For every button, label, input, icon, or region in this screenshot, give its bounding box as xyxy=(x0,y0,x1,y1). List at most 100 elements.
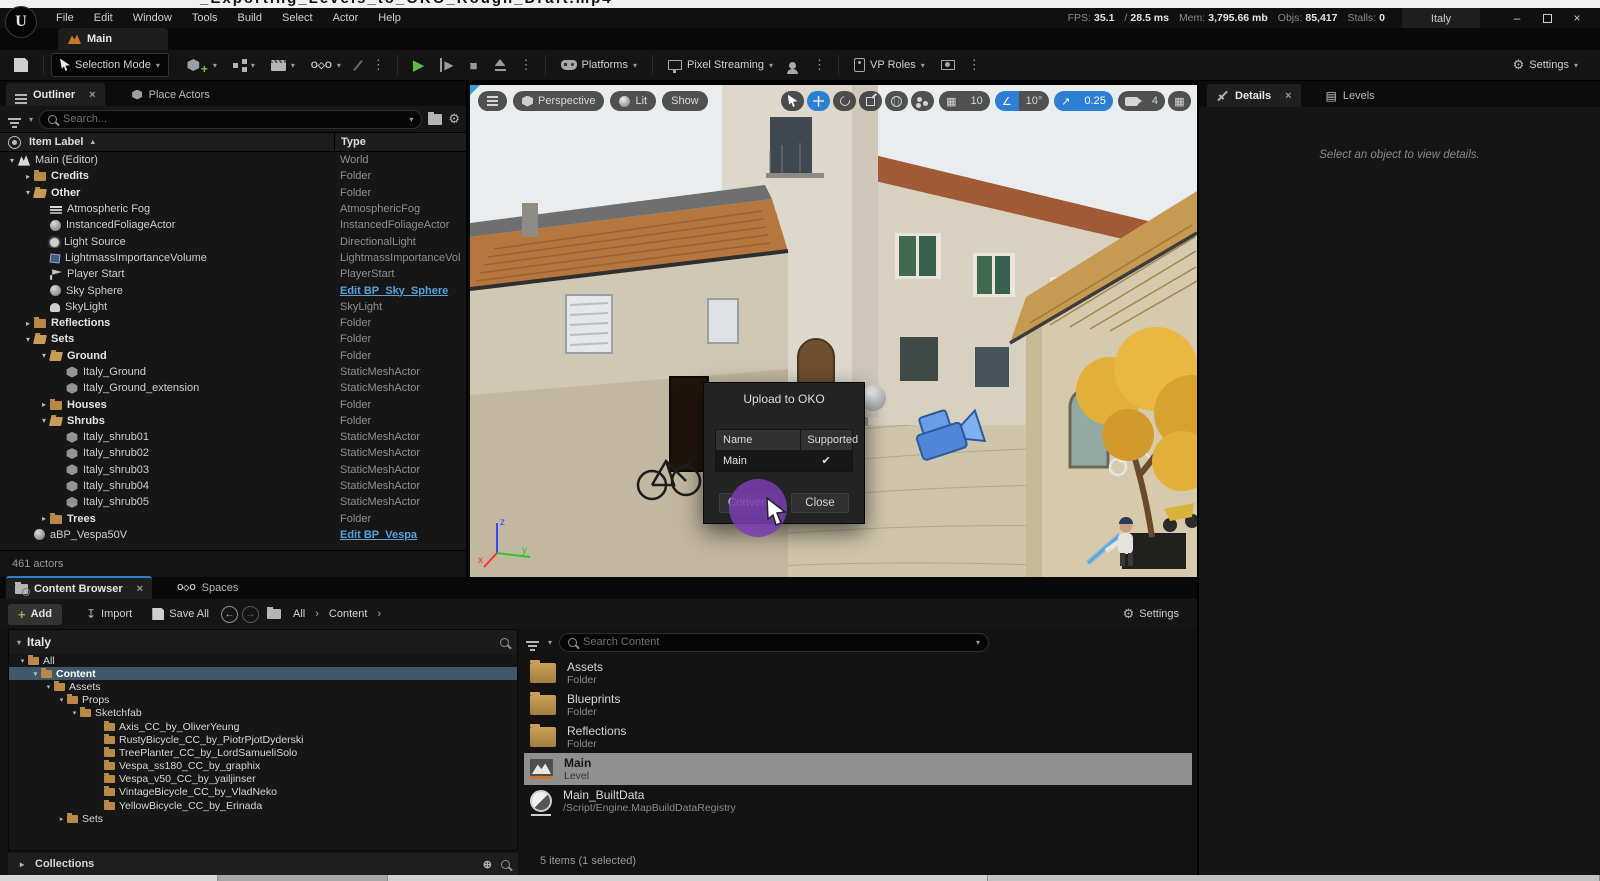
outliner-row[interactable]: Italy_shrub01 StaticMeshActor xyxy=(0,429,466,445)
expand-arrow-icon[interactable]: ▾ xyxy=(69,709,80,717)
outliner-row[interactable]: Italy_shrub03 StaticMeshActor xyxy=(0,462,466,478)
cinematics-dropdown[interactable]: ▾ xyxy=(263,53,303,77)
tab-place-actors[interactable]: Place Actors xyxy=(123,83,219,106)
expand-arrow-icon[interactable]: ▸ xyxy=(16,860,28,869)
outliner-row[interactable]: Italy_shrub04 StaticMeshActor xyxy=(0,478,466,494)
tab-content-browser[interactable]: Content Browser × xyxy=(6,576,152,599)
rotate-tool[interactable] xyxy=(833,91,856,111)
vp-roles-dropdown[interactable]: VP Roles▾ xyxy=(846,53,933,77)
blueprints-dropdown[interactable]: ▾ xyxy=(225,53,263,77)
outliner-row[interactable]: LightmassImportanceVolume LightmassImpor… xyxy=(0,250,466,266)
expand-arrow-icon[interactable]: ▸ xyxy=(56,815,67,823)
scale-snap-value[interactable]: 0.25 xyxy=(1077,91,1112,111)
breadcrumb-content[interactable]: Content xyxy=(325,608,372,620)
grid-snap-value[interactable]: 10 xyxy=(963,91,989,111)
expand-arrow-icon[interactable]: ▾ xyxy=(38,416,50,425)
play-options-menu[interactable]: ⋮ xyxy=(515,57,538,73)
asset-row[interactable]: Reflections Folder xyxy=(524,721,1192,753)
asset-row[interactable]: Blueprints Folder xyxy=(524,689,1192,721)
oko-dropdown[interactable]: O◇O▾ xyxy=(303,53,349,77)
new-folder-icon[interactable] xyxy=(428,114,442,125)
scale-tool[interactable] xyxy=(859,91,882,111)
angle-snap-icon[interactable]: ∠ xyxy=(995,91,1019,111)
restore-button[interactable] xyxy=(1532,8,1562,28)
outliner-row[interactable]: Italy_shrub02 StaticMeshActor xyxy=(0,445,466,461)
filter-icon[interactable] xyxy=(526,641,539,643)
scale-snap-icon[interactable]: ↗ xyxy=(1054,91,1077,111)
outliner-row[interactable]: ▸ Trees Folder xyxy=(0,511,466,527)
eject-button[interactable] xyxy=(486,53,515,77)
outliner-search-input[interactable] xyxy=(63,113,403,125)
expand-arrow-icon[interactable]: ▾ xyxy=(17,657,28,665)
camera-options-menu[interactable]: ⋮ xyxy=(963,57,986,73)
move-tool[interactable] xyxy=(807,91,830,111)
world-space-toggle[interactable] xyxy=(885,91,908,111)
close-icon[interactable]: × xyxy=(89,89,95,101)
expand-arrow-icon[interactable]: ▾ xyxy=(56,696,67,704)
outliner-row[interactable]: ▸ Reflections Folder xyxy=(0,315,466,331)
sources-header[interactable]: ▾ Italy xyxy=(9,630,517,654)
tab-levels[interactable]: ▤ Levels xyxy=(1317,84,1384,107)
unreal-logo[interactable]: U xyxy=(5,6,37,38)
outliner-search[interactable]: ▾ xyxy=(39,110,422,129)
menu-item[interactable]: Edit xyxy=(84,8,123,28)
grid-snap-control[interactable]: ▦ 10 xyxy=(939,91,990,111)
filter-chevron-icon[interactable]: ▾ xyxy=(29,115,33,124)
breadcrumb-all[interactable]: All xyxy=(289,608,309,620)
outliner-row[interactable]: Atmospheric Fog AtmosphericFog xyxy=(0,201,466,217)
toolbar-overflow-menu[interactable]: ⋮ xyxy=(367,57,390,73)
search-icon[interactable] xyxy=(500,638,509,647)
chevron-down-icon[interactable]: ▾ xyxy=(409,115,413,124)
tab-spaces[interactable]: O◇O Spaces xyxy=(168,576,247,599)
menu-item[interactable]: Help xyxy=(368,8,411,28)
grid-snap-icon[interactable]: ▦ xyxy=(939,91,963,111)
viewport-options-menu[interactable] xyxy=(478,91,507,111)
outliner-row[interactable]: ▸ Houses Folder xyxy=(0,396,466,412)
menu-item[interactable]: Tools xyxy=(182,8,228,28)
import-button[interactable]: ↧Import xyxy=(78,607,140,621)
expand-arrow-icon[interactable]: ▾ xyxy=(6,156,18,165)
asset-row[interactable]: Main_BuiltData /Script/Engine.MapBuildDa… xyxy=(524,785,1192,817)
outliner-row[interactable]: Sky Sphere Edit BP_Sky_Sphere xyxy=(0,282,466,298)
outliner-row[interactable]: aBP_Vespa50V Edit BP_Vespa xyxy=(0,527,466,543)
stop-button[interactable]: ■ xyxy=(462,53,486,77)
folder-tree-row[interactable]: ▾ Content xyxy=(9,667,517,680)
play-button[interactable]: ▶ xyxy=(405,53,433,77)
collections-bar[interactable]: ▸ Collections ⊕ xyxy=(8,853,518,875)
outliner-row[interactable]: Player Start PlayerStart xyxy=(0,266,466,282)
menu-item[interactable]: Select xyxy=(272,8,323,28)
expand-arrow-icon[interactable]: ▸ xyxy=(22,172,34,181)
collapse-icon[interactable]: ▾ xyxy=(17,638,21,647)
tab-outliner[interactable]: Outliner × xyxy=(6,83,105,106)
expand-arrow-icon[interactable]: ▸ xyxy=(38,400,50,409)
folder-tree-row[interactable]: Vespa_ss180_CC_by_graphix xyxy=(9,760,517,773)
selection-mode-dropdown[interactable]: Selection Mode ▾ xyxy=(51,53,169,77)
chevron-down-icon[interactable]: ▾ xyxy=(976,638,980,647)
menu-item[interactable]: File xyxy=(46,8,84,28)
lit-dropdown[interactable]: Lit xyxy=(610,91,656,111)
folder-tree-row[interactable]: ▾ Sketchfab xyxy=(9,707,517,720)
forward-button[interactable]: → xyxy=(242,606,259,623)
menu-item[interactable]: Build xyxy=(228,8,272,28)
outliner-row[interactable]: InstancedFoliageActor InstancedFoliageAc… xyxy=(0,217,466,233)
asset-row[interactable]: Main Level xyxy=(524,753,1192,785)
outliner-row[interactable]: SkyLight SkyLight xyxy=(0,299,466,315)
camera-speed-control[interactable]: 4 xyxy=(1118,91,1165,111)
add-button[interactable]: +Add xyxy=(8,604,62,625)
folder-tree-row[interactable]: ▾ Assets xyxy=(9,680,517,693)
folder-tree-row[interactable]: ▸ Sets xyxy=(9,812,517,825)
type-column-header[interactable]: Type xyxy=(334,133,466,151)
outliner-row[interactable]: ▾ Other Folder xyxy=(0,185,466,201)
content-browser-settings[interactable]: ⚙Settings xyxy=(1123,606,1189,622)
filter-chevron-icon[interactable]: ▾ xyxy=(548,638,552,647)
folder-tree-row[interactable]: TreePlanter_CC_by_LordSamueliSolo xyxy=(9,746,517,759)
folder-tree-row[interactable]: VintageBicycle_CC_by_VladNeko xyxy=(9,786,517,799)
expand-arrow-icon[interactable]: ▾ xyxy=(38,351,50,360)
outliner-row[interactable]: ▾ Main (Editor) World xyxy=(0,152,466,168)
outliner-row[interactable]: Italy_shrub05 StaticMeshActor xyxy=(0,494,466,510)
expand-arrow-icon[interactable]: ▾ xyxy=(43,683,54,691)
frame-skip-button[interactable]: ▶ xyxy=(432,53,461,77)
minimize-button[interactable]: – xyxy=(1502,8,1532,28)
perspective-dropdown[interactable]: Perspective xyxy=(513,91,604,111)
show-dropdown[interactable]: Show xyxy=(662,91,708,111)
